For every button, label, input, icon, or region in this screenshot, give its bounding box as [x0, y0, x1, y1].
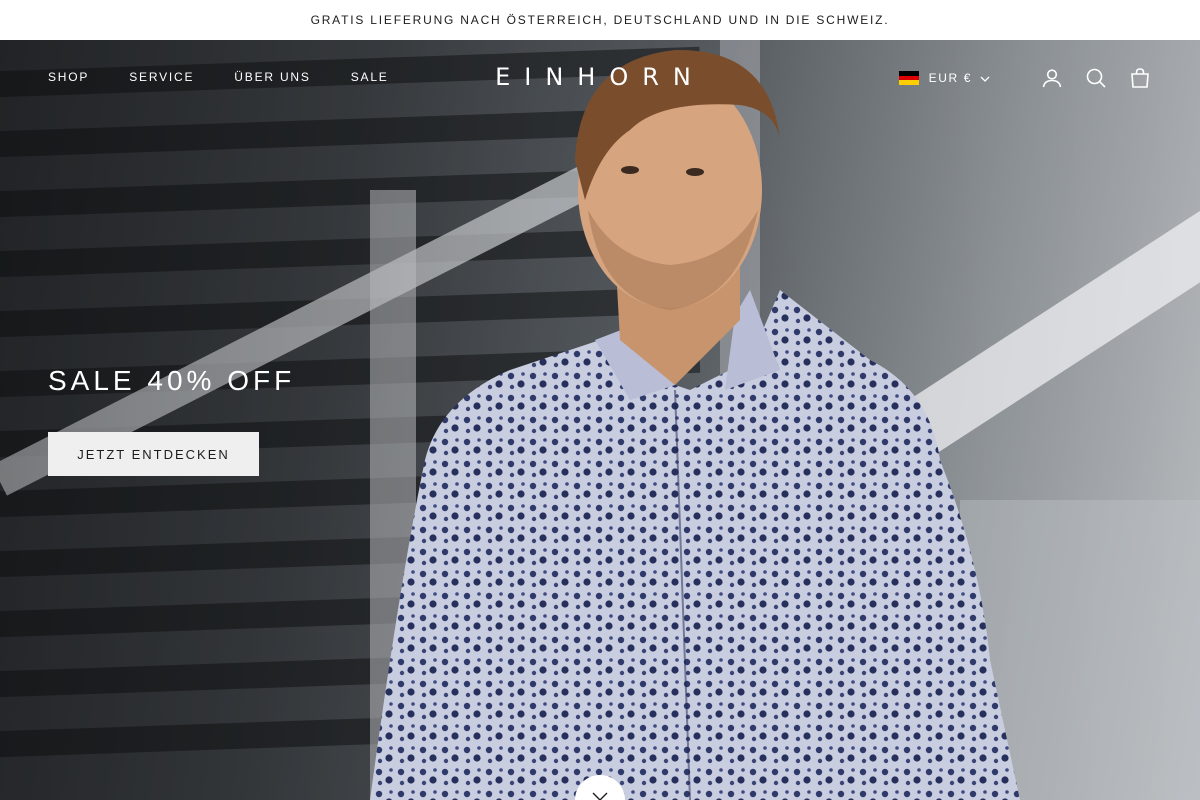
nav-shop[interactable]: SHOP — [48, 70, 89, 84]
main-nav: SHOP SERVICE ÜBER UNS SALE — [48, 70, 429, 84]
nav-sale[interactable]: SALE — [351, 70, 389, 84]
chevron-down-icon — [980, 71, 990, 85]
announcement-bar: GRATIS LIEFERUNG NACH ÖSTERREICH, DEUTSC… — [0, 0, 1200, 40]
germany-flag-icon — [898, 71, 919, 86]
header-actions: EUR € — [898, 66, 1152, 90]
cart-icon[interactable] — [1128, 66, 1152, 90]
hero-title: SALE 40% OFF — [48, 365, 296, 396]
search-icon[interactable] — [1084, 66, 1108, 90]
discover-button[interactable]: JETZT ENTDECKEN — [48, 432, 259, 476]
logo[interactable]: EINHORN — [494, 64, 706, 90]
account-icon[interactable] — [1040, 66, 1064, 90]
nav-ueber-uns[interactable]: ÜBER UNS — [234, 70, 310, 84]
currency-selector[interactable]: EUR € — [898, 71, 990, 86]
nav-service[interactable]: SERVICE — [129, 70, 194, 84]
site-header: SHOP SERVICE ÜBER UNS SALE EINHORN EUR € — [0, 40, 1200, 116]
announcement-text: GRATIS LIEFERUNG NACH ÖSTERREICH, DEUTSC… — [310, 13, 890, 27]
model-illustration — [330, 40, 1050, 800]
currency-label: EUR € — [928, 71, 972, 85]
chevron-down-icon — [592, 789, 608, 800]
